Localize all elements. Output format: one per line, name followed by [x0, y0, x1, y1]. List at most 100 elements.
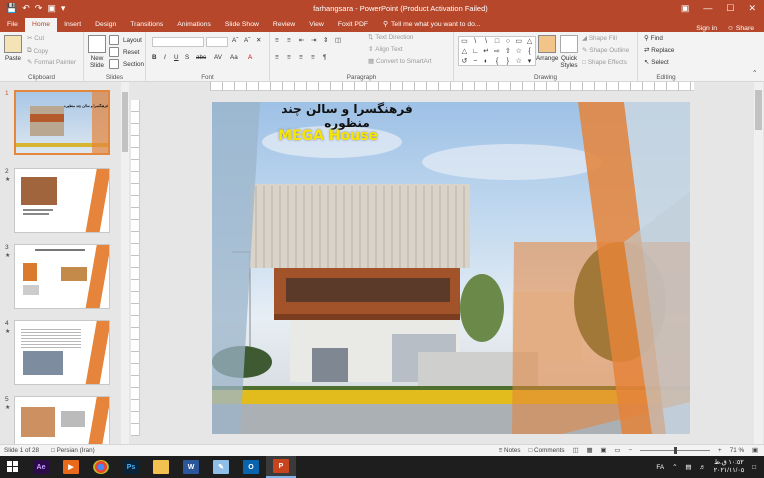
start-button[interactable] — [0, 456, 26, 478]
save-icon[interactable]: 💾 — [6, 3, 17, 14]
font-name-input[interactable] — [152, 37, 204, 47]
taskbar-media-player[interactable]: ▶ — [56, 456, 86, 478]
clear-formatting-icon[interactable]: ✕ — [256, 37, 261, 44]
notes-button[interactable]: ≡ Notes — [499, 447, 521, 454]
select-button[interactable]: ↖ Select — [644, 59, 669, 66]
replace-button[interactable]: ⇄ Replace — [644, 47, 674, 54]
sign-in-link[interactable]: Sign in — [696, 25, 717, 32]
bullets-icon[interactable]: ≡ — [275, 37, 279, 44]
reading-view-icon[interactable]: ▣ — [600, 447, 606, 454]
slide-thumbnail[interactable] — [14, 320, 110, 385]
thumbnails-scrollbar[interactable] — [121, 82, 129, 444]
quick-styles-button[interactable]: Quick Styles — [558, 35, 580, 69]
numbering-icon[interactable]: ≡ — [287, 37, 291, 44]
decrease-indent-icon[interactable]: ⇤ — [299, 37, 304, 44]
format-painter-button[interactable]: ✎ Format Painter — [27, 59, 76, 66]
zoom-slider-thumb[interactable] — [674, 447, 677, 454]
slide-thumbnail[interactable] — [14, 244, 110, 309]
slide-subtitle[interactable]: MEGA House — [268, 128, 388, 144]
slide-canvas[interactable] — [212, 102, 690, 434]
minimize-button[interactable]: — — [703, 3, 712, 14]
underline-button[interactable]: U — [174, 54, 179, 61]
volume-icon[interactable]: ♬ — [699, 464, 705, 471]
shape-effects-button[interactable]: □ Shape Effects — [582, 59, 627, 66]
align-center-icon[interactable]: ≡ — [287, 54, 291, 61]
tab-transitions[interactable]: Transitions — [123, 18, 170, 32]
rtl-icon[interactable]: ¶ — [323, 54, 326, 61]
ribbon-display-options-icon[interactable]: ▣ — [681, 3, 690, 14]
align-text-button[interactable]: ⇕ Align Text — [368, 46, 402, 53]
font-color-button[interactable]: A — [248, 54, 252, 61]
zoom-out-icon[interactable]: − — [628, 447, 632, 454]
taskbar-chrome[interactable] — [86, 456, 116, 478]
cut-button[interactable]: ✂ Cut — [27, 35, 44, 42]
taskbar-file-explorer[interactable] — [146, 456, 176, 478]
maximize-button[interactable]: ☐ — [726, 3, 734, 14]
increase-indent-icon[interactable]: ⇥ — [311, 37, 316, 44]
columns-icon[interactable]: ◫ — [335, 37, 341, 44]
reset-button[interactable]: Reset — [109, 47, 139, 57]
scrollbar-thumb[interactable] — [755, 90, 762, 130]
customize-qat-icon[interactable]: ▾ — [61, 3, 66, 14]
tab-insert[interactable]: Insert — [57, 18, 88, 32]
italic-button[interactable]: I — [164, 54, 166, 61]
tray-overflow-icon[interactable]: ⌃ — [672, 464, 677, 471]
taskbar-paint[interactable]: ✎ — [206, 456, 236, 478]
zoom-in-icon[interactable]: + — [718, 447, 722, 454]
share-button[interactable]: ☺ Share — [727, 25, 754, 32]
start-from-beginning-icon[interactable]: ▣ — [47, 3, 56, 14]
tab-file[interactable]: File — [0, 18, 25, 32]
taskbar-word[interactable]: W — [176, 456, 206, 478]
taskbar-outlook[interactable]: O — [236, 456, 266, 478]
justify-icon[interactable]: ≡ — [311, 54, 315, 61]
notifications-icon[interactable]: □ — [752, 464, 756, 471]
undo-icon[interactable]: ↶ — [22, 3, 30, 14]
taskbar-after-effects[interactable]: Ae — [26, 456, 56, 478]
clock[interactable]: ١٠:٥٢ ق.ظ ٢٠٢١/١١/٠٥ — [714, 459, 745, 475]
comments-button[interactable]: □ Comments — [528, 447, 564, 454]
char-spacing-button[interactable]: AV — [214, 54, 222, 61]
arrange-button[interactable]: Arrange — [536, 35, 558, 62]
bold-button[interactable]: B — [152, 54, 157, 61]
layout-button[interactable]: Layout — [109, 35, 142, 45]
align-right-icon[interactable]: ≡ — [299, 54, 303, 61]
scrollbar-thumb[interactable] — [122, 92, 128, 152]
shapes-gallery[interactable]: ▭ \ \ □ ○ ▭ △ △ ∟ ↵ ⇨ ⇧ ☆{ ↺ ~ ◐{} ☆ ▾ — [458, 36, 536, 66]
zoom-level[interactable]: 71 % — [730, 447, 744, 454]
slide-sorter-icon[interactable]: ▦ — [586, 447, 592, 454]
tab-animations[interactable]: Animations — [170, 18, 218, 32]
section-button[interactable]: Section — [109, 59, 144, 69]
slide-title[interactable]: فرهنگسرا و سالن چند منظوره — [262, 102, 432, 130]
taskbar-powerpoint[interactable]: P — [266, 456, 296, 478]
normal-view-icon[interactable]: ◫ — [573, 447, 579, 454]
fit-slide-icon[interactable]: ▣ — [752, 447, 758, 454]
shadow-button[interactable]: S — [185, 54, 189, 61]
find-button[interactable]: ⚲ Find — [644, 35, 663, 42]
align-left-icon[interactable]: ≡ — [275, 54, 279, 61]
tab-view[interactable]: View — [302, 18, 331, 32]
tab-design[interactable]: Design — [88, 18, 123, 32]
slide-show-icon[interactable]: ▭ — [614, 447, 620, 454]
zoom-slider[interactable] — [640, 447, 710, 454]
strikethrough-button[interactable]: abc — [196, 54, 206, 61]
tab-slide-show[interactable]: Slide Show — [218, 18, 266, 32]
network-icon[interactable]: ▤ — [685, 464, 691, 471]
input-language[interactable]: FA — [656, 464, 664, 471]
slide-thumbnail[interactable]: فرهنگسرا و سالن چند منظوره — [14, 90, 110, 155]
grow-font-button[interactable]: Aˆ — [232, 37, 238, 44]
redo-icon[interactable]: ↷ — [35, 3, 43, 14]
line-spacing-icon[interactable]: ⇕ — [323, 37, 328, 44]
change-case-button[interactable]: Aa — [230, 54, 238, 61]
tell-me-box[interactable]: ⚲ Tell me what you want to do... — [375, 18, 488, 32]
slide-thumbnail[interactable] — [14, 168, 110, 233]
text-direction-button[interactable]: ⇅ Text Direction — [368, 34, 413, 41]
close-button[interactable]: ✕ — [748, 3, 756, 14]
shrink-font-button[interactable]: Aˇ — [244, 37, 250, 44]
shape-outline-button[interactable]: ✎ Shape Outline — [582, 47, 629, 54]
language-indicator[interactable]: □ Persian (Iran) — [51, 447, 95, 454]
taskbar-photoshop[interactable]: Ps — [116, 456, 146, 478]
tab-review[interactable]: Review — [266, 18, 302, 32]
convert-smartart-button[interactable]: ▦ Convert to SmartArt — [368, 58, 432, 65]
shape-fill-button[interactable]: ◢ Shape Fill — [582, 35, 617, 42]
slide-thumbnail[interactable] — [14, 396, 110, 444]
